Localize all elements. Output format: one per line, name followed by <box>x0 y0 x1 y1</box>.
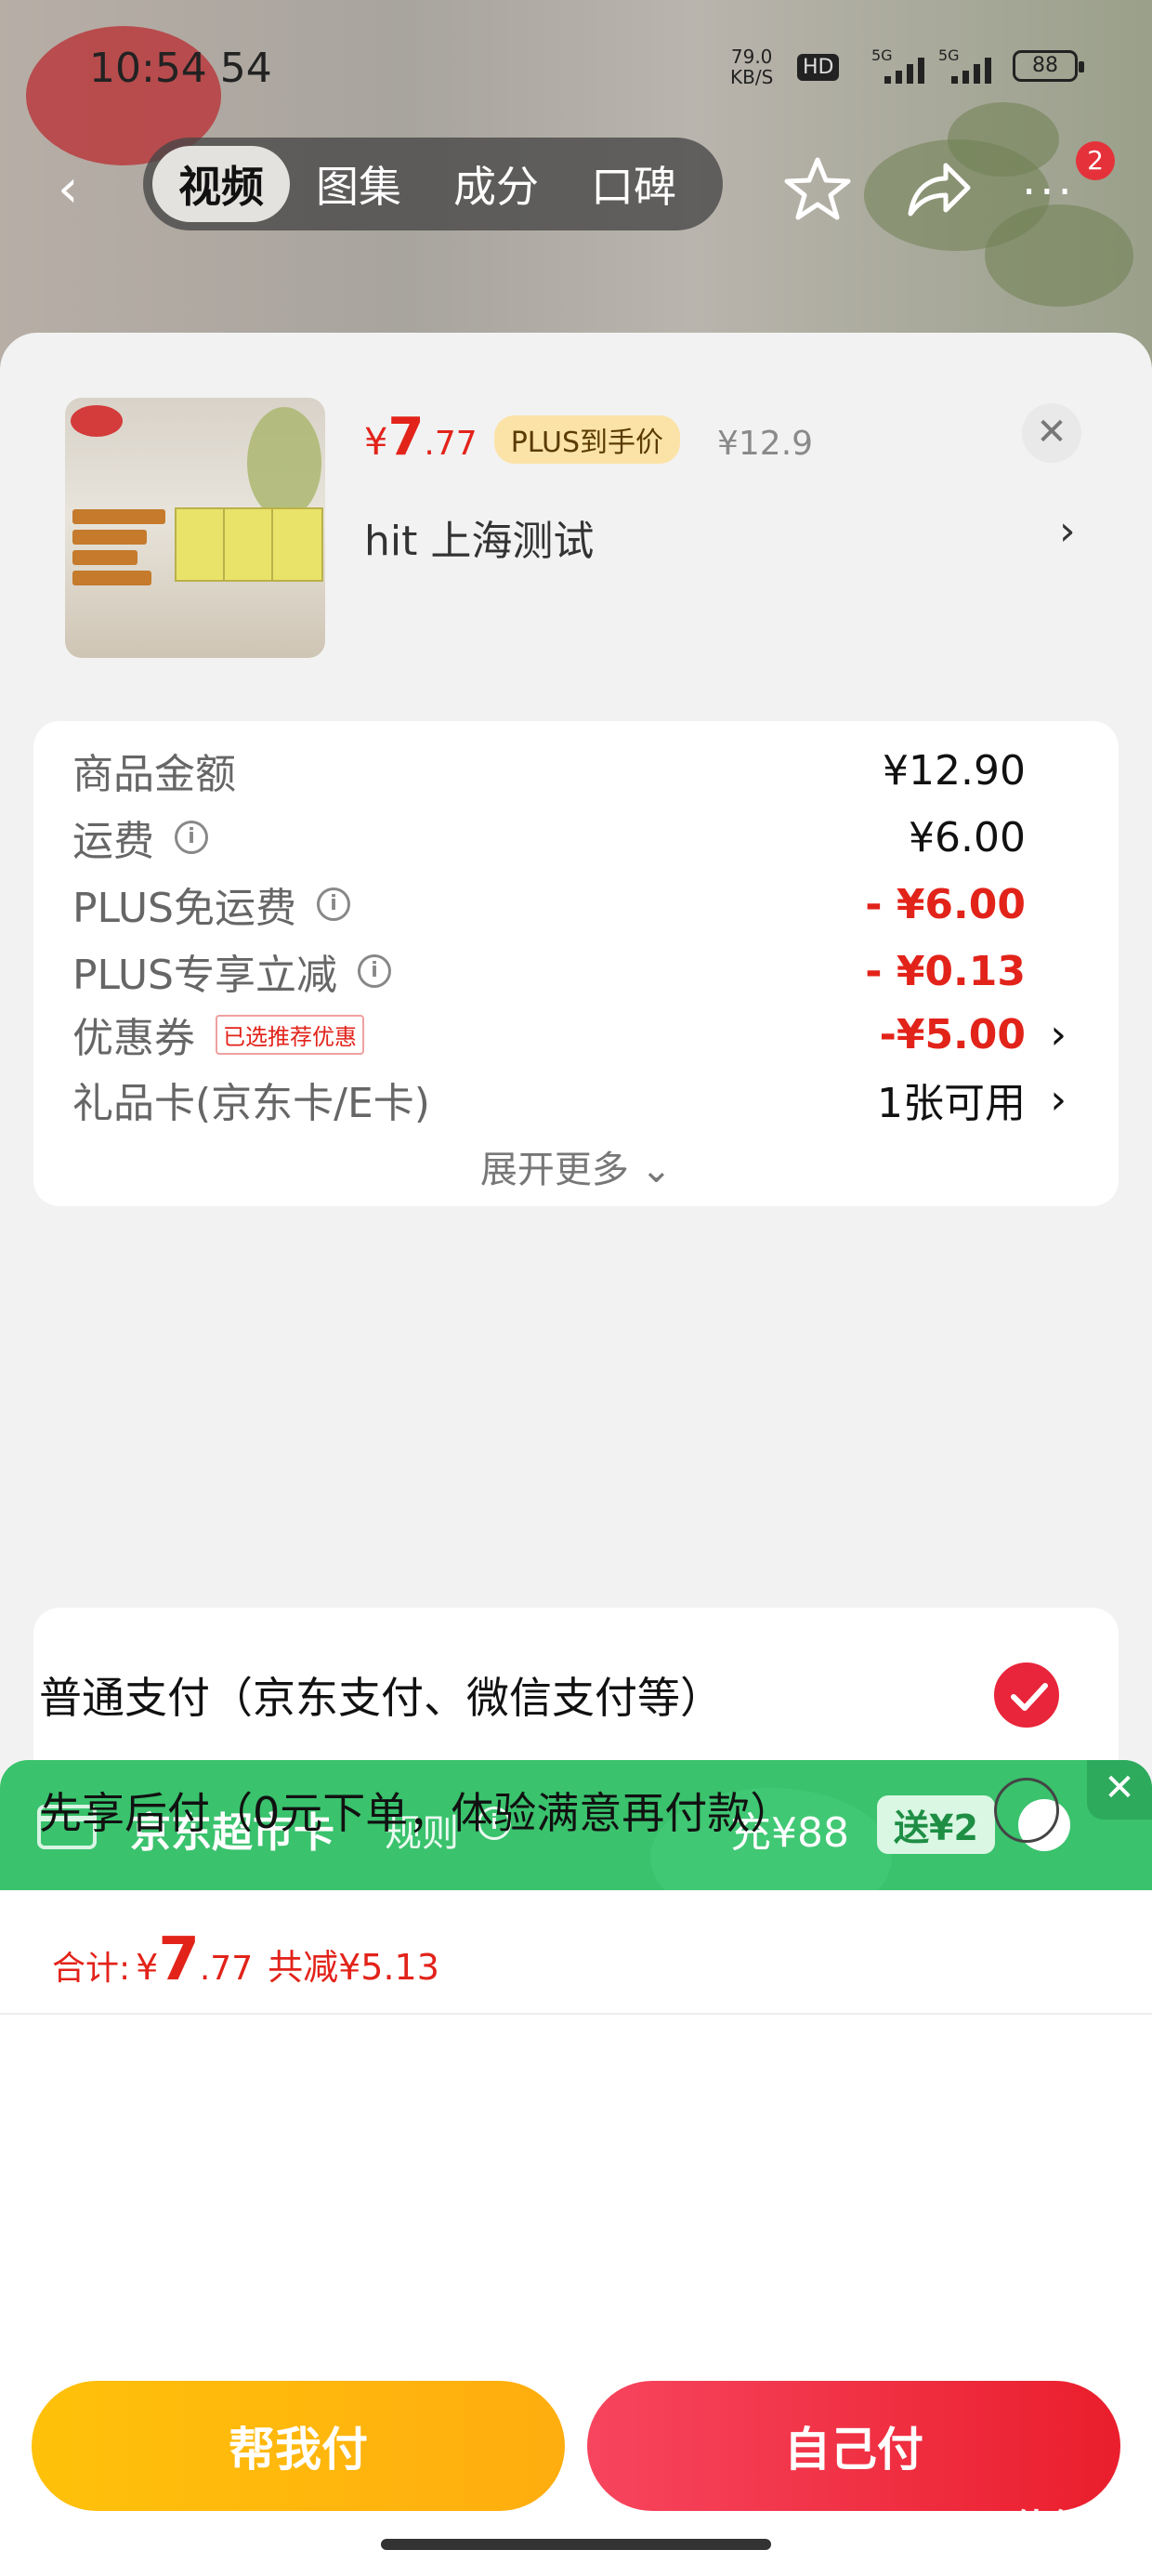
info-icon[interactable]: i <box>358 954 391 988</box>
summary-value: ¥6.00 <box>909 813 1026 861</box>
total-amount: ¥7.77 <box>136 1925 254 1994</box>
share-icon[interactable] <box>903 156 974 221</box>
summary-row-goods-amount: 商品金额 ¥12.90 <box>72 738 1067 803</box>
hd-icon: HD <box>797 54 840 81</box>
price-summary-card: 商品金额 ¥12.90 运费 i ¥6.00 PLUS免运费 i - ¥6.00… <box>33 721 1119 1206</box>
divider <box>0 2013 1152 2015</box>
order-total: 合计: ¥7.77 共减¥5.13 <box>52 1925 439 1994</box>
self-pay-button[interactable]: 自己付 <box>587 2381 1120 2511</box>
plus-price-tag: PLUS到手价 <box>493 415 680 464</box>
chevron-right-icon[interactable]: › <box>1050 1076 1067 1124</box>
summary-label: 商品金额 <box>72 751 236 798</box>
summary-row-plus-free-shipping: PLUS免运费 i - ¥6.00 <box>72 872 1067 937</box>
product-box <box>175 507 227 582</box>
summary-row-plus-discount: PLUS专享立减 i - ¥0.13 <box>72 939 1067 1004</box>
product-image[interactable] <box>65 398 325 658</box>
coupon-recommend-tag: 已选推荐优惠 <box>216 1014 364 1055</box>
original-price: ¥12.9 <box>717 425 814 463</box>
tab-ingredients[interactable]: 成分 <box>427 146 565 222</box>
radio-checked-icon[interactable] <box>994 1663 1059 1728</box>
current-price: ¥7.77 <box>364 407 478 467</box>
status-bar: 10:54 54 79.0 KB/S HD 5G 5G 88 <box>0 0 1152 139</box>
notification-badge: 2 <box>1076 141 1115 180</box>
close-icon[interactable]: ✕ <box>1087 1760 1152 1820</box>
payment-option-normal[interactable]: 普通支付（京东支付、微信支付等） <box>39 1658 1080 1732</box>
chevron-right-icon[interactable]: › <box>1050 1011 1067 1058</box>
network-speed-value: 79.0 <box>730 46 773 68</box>
status-time: 10:54 54 <box>89 45 272 92</box>
total-saved: 共减¥5.13 <box>268 1947 439 1988</box>
chevron-right-icon[interactable]: › <box>1059 507 1076 555</box>
watermark-logo: 值值值 <box>1013 2507 1124 2550</box>
product-image-plant <box>247 407 321 519</box>
delivery-address[interactable]: hit 上海测试 <box>364 507 594 567</box>
radio-unchecked-icon[interactable] <box>994 1778 1059 1843</box>
network-speed-unit: KB/S <box>730 66 774 88</box>
summary-row-coupon[interactable]: 优惠券 已选推荐优惠 -¥5.00 › <box>72 1002 1067 1067</box>
back-icon[interactable]: ‹ <box>58 162 102 217</box>
total-label: 合计: <box>52 1950 131 1988</box>
summary-label: PLUS免运费 <box>72 885 296 932</box>
summary-row-gift-card[interactable]: 礼品卡(京东卡/E卡) 1张可用 › <box>72 1067 1067 1132</box>
payment-option-label: 先享后付（0元下单，体验满意再付款） <box>39 1788 793 1838</box>
star-icon[interactable] <box>782 154 853 225</box>
tab-reviews[interactable]: 口碑 <box>565 146 702 222</box>
watermark-site: zhizhizhi.com <box>1013 2548 1114 2566</box>
help-pay-button[interactable]: 帮我付 <box>32 2381 565 2511</box>
media-tabs: 视频 图集 成分 口碑 <box>143 138 723 230</box>
product-image-tags <box>72 509 165 591</box>
summary-value: - ¥0.13 <box>865 947 1026 995</box>
product-box <box>223 507 275 582</box>
payment-option-buy-now-pay-later[interactable]: 先享后付（0元下单，体验满意再付款） <box>39 1773 1080 1847</box>
summary-value: - ¥6.00 <box>865 880 1026 928</box>
product-brand-logo <box>71 405 123 437</box>
network-speed: 79.0 KB/S <box>730 46 773 87</box>
product-box <box>271 507 323 582</box>
summary-label: 运费 <box>72 818 154 865</box>
battery-icon: 88 <box>1013 50 1084 82</box>
home-indicator[interactable] <box>381 2539 771 2550</box>
summary-value: 1张可用 <box>877 1080 1026 1127</box>
expand-more-button[interactable]: 展开更多 ⌄ <box>33 1139 1119 1193</box>
more-icon[interactable]: ··· <box>1022 170 1076 215</box>
summary-label: PLUS专享立减 <box>72 952 337 999</box>
summary-value: -¥5.00 <box>879 1010 1026 1058</box>
top-nav: ‹ 视频 图集 成分 口碑 ··· 2 <box>0 138 1152 240</box>
tab-video[interactable]: 视频 <box>152 146 290 222</box>
info-icon[interactable]: i <box>175 821 208 854</box>
summary-label: 礼品卡(京东卡/E卡) <box>72 1080 430 1127</box>
close-button[interactable]: ✕ <box>1022 403 1081 463</box>
summary-value: ¥12.90 <box>883 746 1026 795</box>
price-row: ¥7.77 PLUS到手价 ¥12.9 <box>364 407 813 472</box>
payment-option-label: 普通支付（京东支付、微信支付等） <box>39 1673 723 1723</box>
summary-row-shipping: 运费 i ¥6.00 <box>72 805 1067 870</box>
info-icon[interactable]: i <box>317 887 350 921</box>
tab-gallery[interactable]: 图集 <box>290 146 427 222</box>
summary-label: 优惠券 <box>72 1015 195 1062</box>
watermark: 值值值 zhizhizhi.com <box>1013 2498 1124 2566</box>
